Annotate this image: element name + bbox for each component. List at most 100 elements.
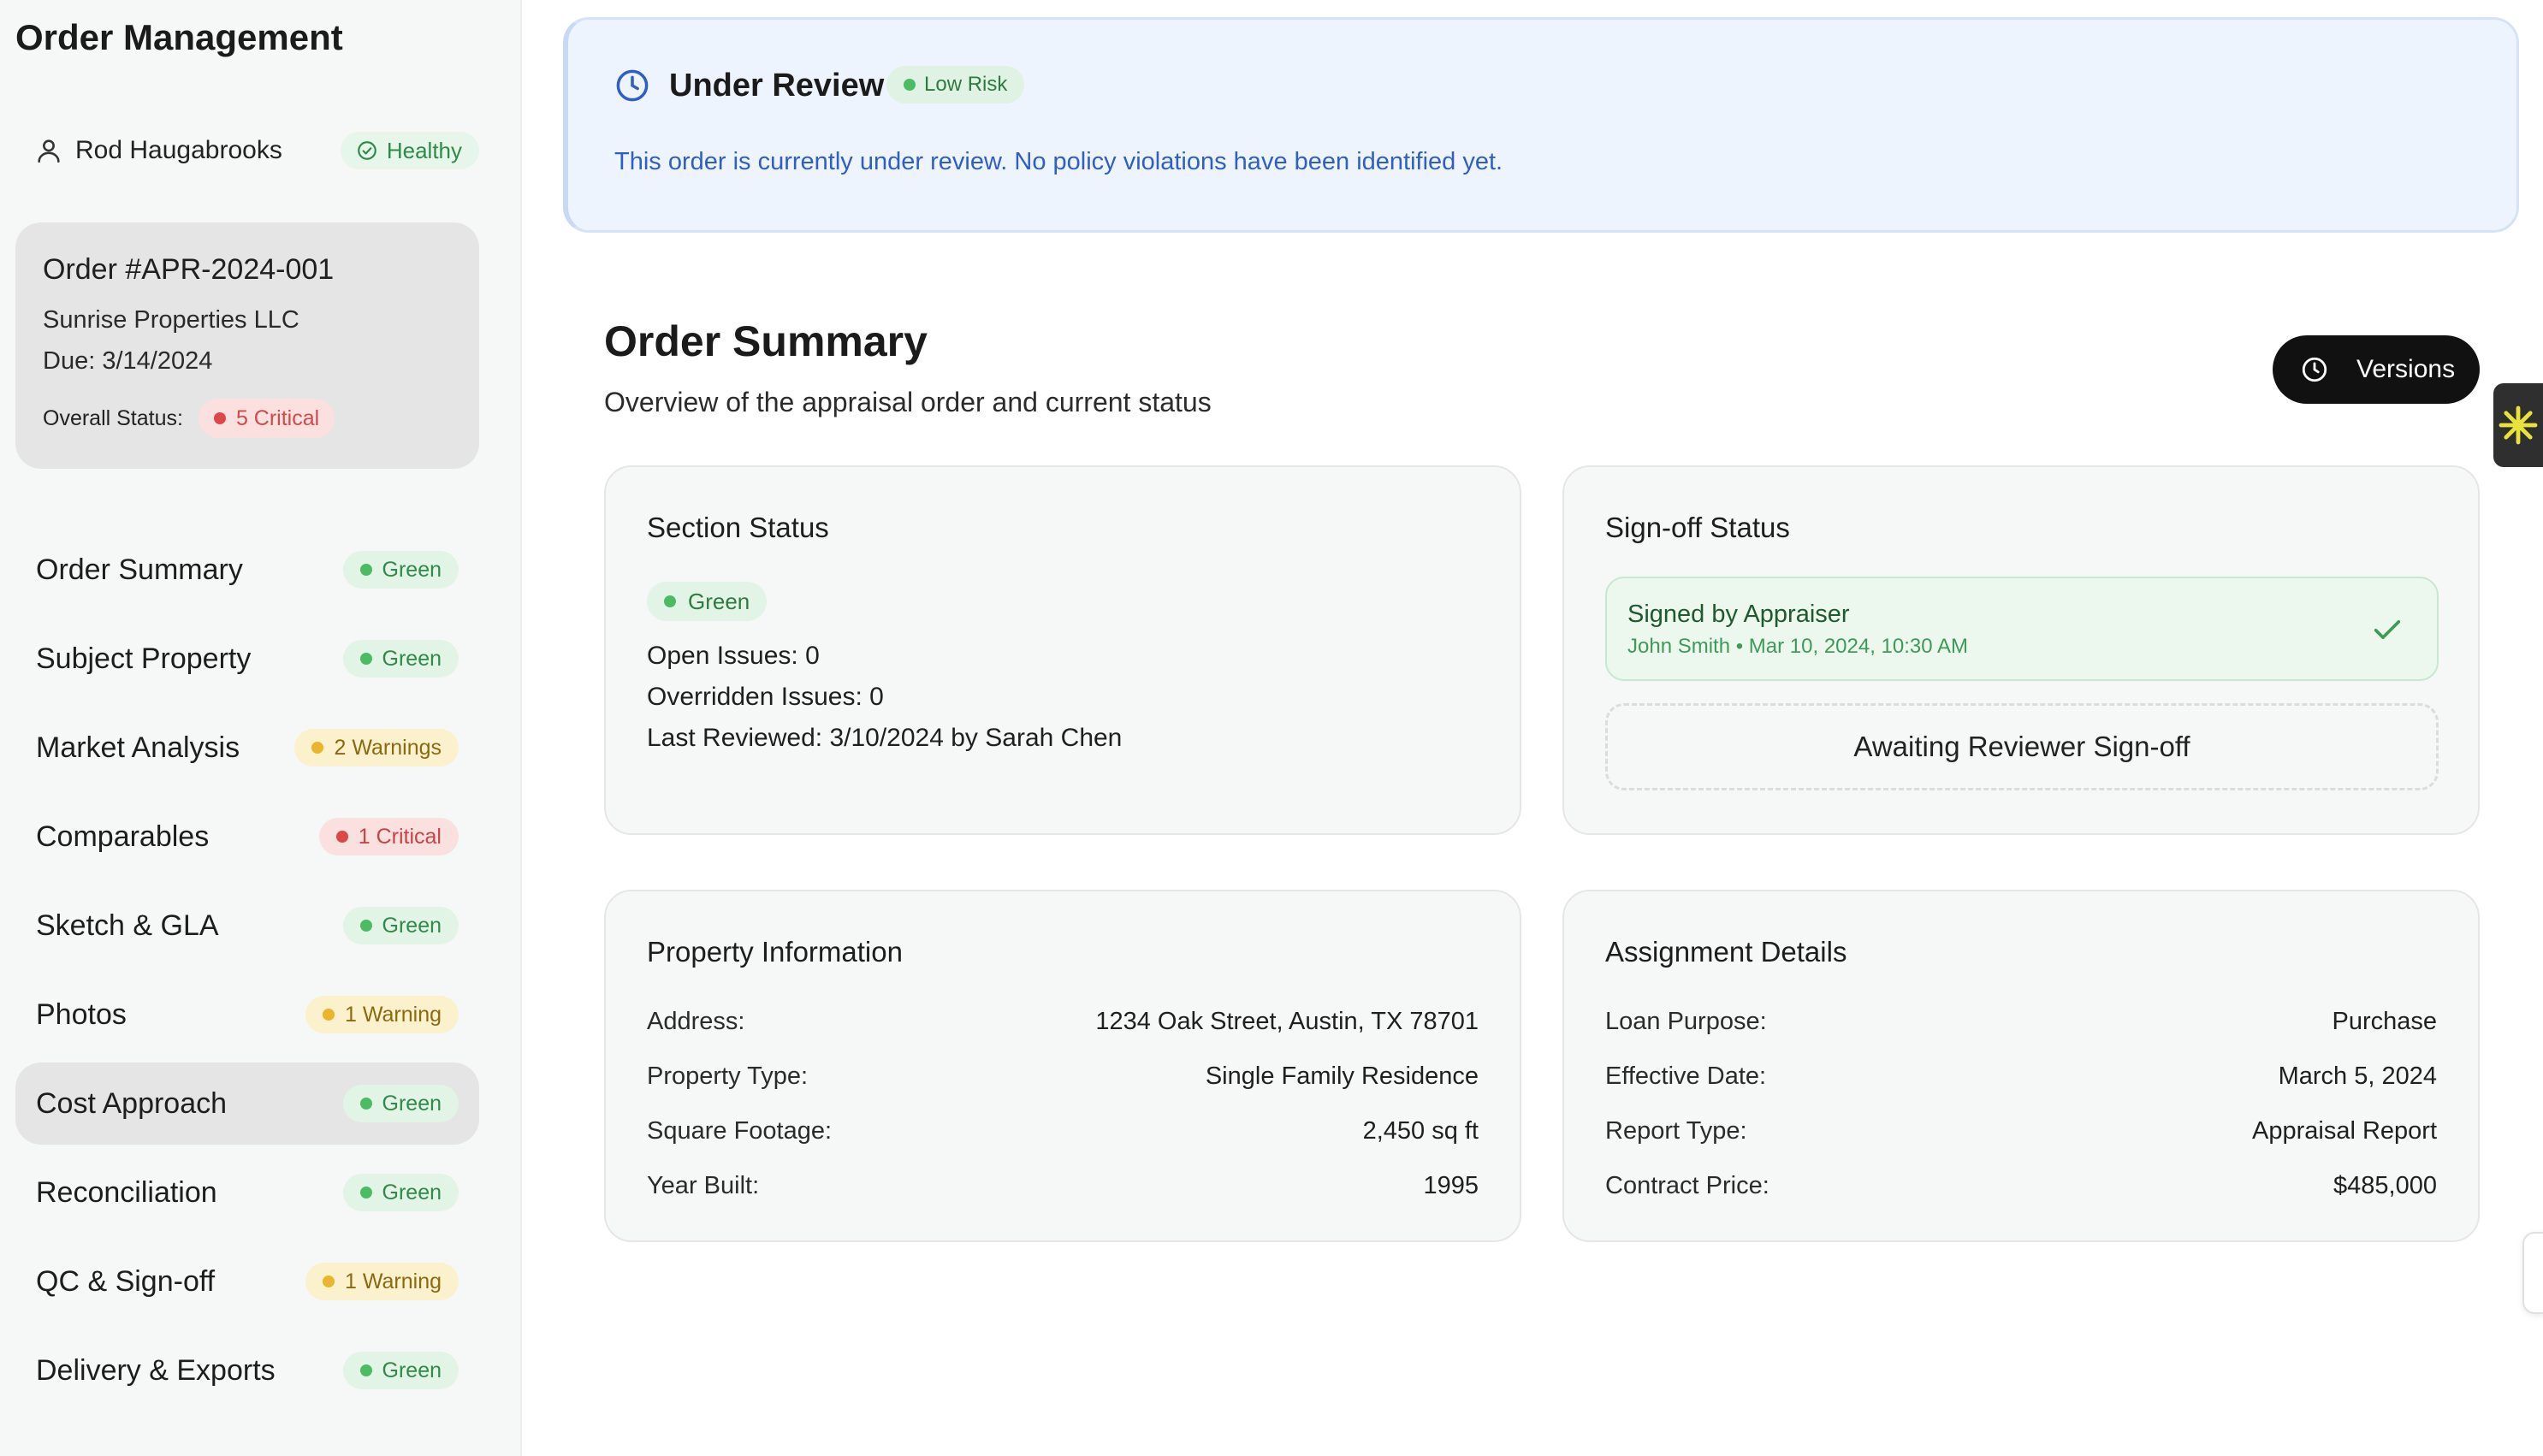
nav-item-label: Cost Approach: [36, 1086, 228, 1120]
order-card[interactable]: Order #APR-2024-001 Sunrise Properties L…: [15, 222, 479, 469]
check-circle-icon: [358, 141, 376, 160]
status-dot: [335, 831, 348, 843]
nav-status-text: Green: [382, 1180, 442, 1204]
order-client: Sunrise Properties LLC: [43, 306, 299, 334]
property-information-card: Property Information Address: 1234 Oak S…: [604, 890, 1521, 1242]
nav-status-text: 1 Warning: [344, 1269, 442, 1293]
nav-status-text: Green: [382, 1358, 442, 1382]
nav-item-sketch-gla[interactable]: Sketch & GLA Green: [15, 885, 479, 967]
field-label: Effective Date:: [1605, 1062, 1767, 1090]
nav-status-badge: 1 Warning: [305, 996, 459, 1033]
review-banner: Under Review Low Risk This order is curr…: [563, 17, 2519, 233]
nav-status-text: Green: [382, 913, 442, 938]
card-title: Assignment Details: [1605, 936, 1847, 968]
user-icon: [38, 139, 60, 163]
card-title: Section Status: [647, 512, 829, 543]
field-label: Loan Purpose:: [1605, 1008, 1767, 1035]
nav-item-subject-property[interactable]: Subject Property Green: [15, 618, 479, 700]
status-dot: [359, 1364, 372, 1376]
versions-label: Versions: [2356, 355, 2456, 383]
property-row-year-built: Year Built: 1995: [647, 1172, 1479, 1200]
check-icon: [2374, 620, 2401, 639]
field-label: Report Type:: [1605, 1117, 1747, 1145]
property-row-square-footage: Square Footage: 2,450 sq ft: [647, 1117, 1479, 1145]
banner-title: Under Review: [669, 68, 885, 104]
nav-item-label: QC & Sign-off: [36, 1264, 216, 1298]
asterisk-icon: [2499, 405, 2538, 445]
signed-meta: John Smith • Mar 10, 2024, 10:30 AM: [1627, 635, 1968, 658]
nav-status-text: 1 Critical: [358, 824, 442, 849]
nav-status-badge: Green: [342, 1174, 459, 1211]
nav-item-qc-signoff[interactable]: QC & Sign-off 1 Warning: [15, 1240, 479, 1323]
status-dot: [213, 412, 226, 424]
status-dot: [311, 742, 324, 754]
signed-title: Signed by Appraiser: [1627, 601, 1850, 628]
nav-status-text: 2 Warnings: [334, 735, 442, 760]
status-dot: [322, 1009, 335, 1021]
banner-message: This order is currently under review. No…: [614, 148, 1503, 175]
overall-status-row: Overall Status: 5 Critical: [43, 399, 335, 438]
page-subtitle: Overview of the appraisal order and curr…: [604, 387, 1212, 417]
status-dot: [904, 79, 916, 91]
section-nav: Order Summary Green Subject Property Gre…: [15, 529, 479, 1418]
status-dot: [359, 653, 372, 665]
reviewer-signoff-slot[interactable]: Awaiting Reviewer Sign-off: [1605, 703, 2439, 790]
status-dot: [359, 1098, 372, 1110]
open-issues: Open Issues: 0: [647, 642, 820, 670]
versions-button[interactable]: Versions: [2273, 335, 2480, 404]
nav-status-text: Green: [382, 557, 442, 582]
property-row-address: Address: 1234 Oak Street, Austin, TX 787…: [647, 1008, 1479, 1036]
order-due-date: Due: 3/14/2024: [43, 347, 213, 375]
property-row-type: Property Type: Single Family Residence: [647, 1062, 1479, 1091]
assignment-details-card: Assignment Details Loan Purpose: Purchas…: [1562, 890, 2480, 1242]
field-label: Square Footage:: [647, 1117, 833, 1145]
nav-status-badge: Green: [342, 551, 459, 589]
nav-status-text: Green: [382, 1091, 442, 1116]
assignment-row-report-type: Report Type: Appraisal Report: [1605, 1117, 2437, 1145]
clock-icon: [2302, 357, 2327, 382]
overall-status-badge: 5 Critical: [198, 399, 335, 438]
nav-item-label: Photos: [36, 997, 127, 1031]
appraiser-signoff: Signed by Appraiser John Smith • Mar 10,…: [1605, 577, 2439, 681]
nav-item-photos[interactable]: Photos 1 Warning: [15, 974, 479, 1056]
page-title: Order Summary: [604, 317, 928, 365]
section-status-badge: Green: [647, 582, 768, 621]
nav-item-label: Order Summary: [36, 553, 243, 586]
nav-status-badge: 1 Warning: [305, 1263, 459, 1300]
side-handle[interactable]: [2522, 1232, 2543, 1314]
field-label: Address:: [647, 1008, 745, 1035]
nav-item-delivery-exports[interactable]: Delivery & Exports Green: [15, 1329, 479, 1412]
section-status-text: Green: [688, 588, 750, 614]
field-value: Single Family Residence: [1205, 1062, 1479, 1090]
nav-item-reconciliation[interactable]: Reconciliation Green: [15, 1151, 479, 1234]
nav-item-order-summary[interactable]: Order Summary Green: [15, 529, 479, 611]
nav-status-text: Green: [382, 646, 442, 671]
signoff-status-card: Sign-off Status Signed by Appraiser John…: [1562, 465, 2480, 835]
nav-status-badge: Green: [342, 1352, 459, 1389]
app-title: Order Management: [15, 17, 343, 57]
status-dot: [359, 1187, 372, 1199]
section-status-card: Section Status Green Open Issues: 0 Over…: [604, 465, 1521, 835]
nav-status-text: 1 Warning: [344, 1002, 442, 1027]
status-dot: [359, 920, 372, 932]
sidebar: Order Management Rod Haugabrooks Healthy…: [0, 0, 522, 1456]
nav-item-label: Subject Property: [36, 642, 252, 675]
assignment-row-loan-purpose: Loan Purpose: Purchase: [1605, 1008, 2437, 1036]
nav-item-market-analysis[interactable]: Market Analysis 2 Warnings: [15, 707, 479, 789]
nav-status-badge: Green: [342, 1085, 459, 1122]
side-widget-tab[interactable]: [2493, 383, 2543, 467]
status-dot: [664, 595, 676, 607]
nav-status-badge: 2 Warnings: [294, 729, 459, 766]
overall-status-text: 5 Critical: [235, 405, 320, 430]
assignment-row-effective-date: Effective Date: March 5, 2024: [1605, 1062, 2437, 1091]
nav-item-label: Reconciliation: [36, 1175, 217, 1209]
field-label: Property Type:: [647, 1062, 809, 1090]
status-dot: [322, 1275, 335, 1287]
nav-item-label: Sketch & GLA: [36, 909, 219, 942]
nav-item-cost-approach[interactable]: Cost Approach Green: [15, 1062, 479, 1145]
nav-status-badge: 1 Critical: [318, 818, 459, 855]
field-value: 2,450 sq ft: [1362, 1117, 1479, 1145]
nav-item-comparables[interactable]: Comparables 1 Critical: [15, 796, 479, 878]
field-label: Contract Price:: [1605, 1172, 1769, 1199]
nav-item-label: Delivery & Exports: [36, 1353, 276, 1387]
